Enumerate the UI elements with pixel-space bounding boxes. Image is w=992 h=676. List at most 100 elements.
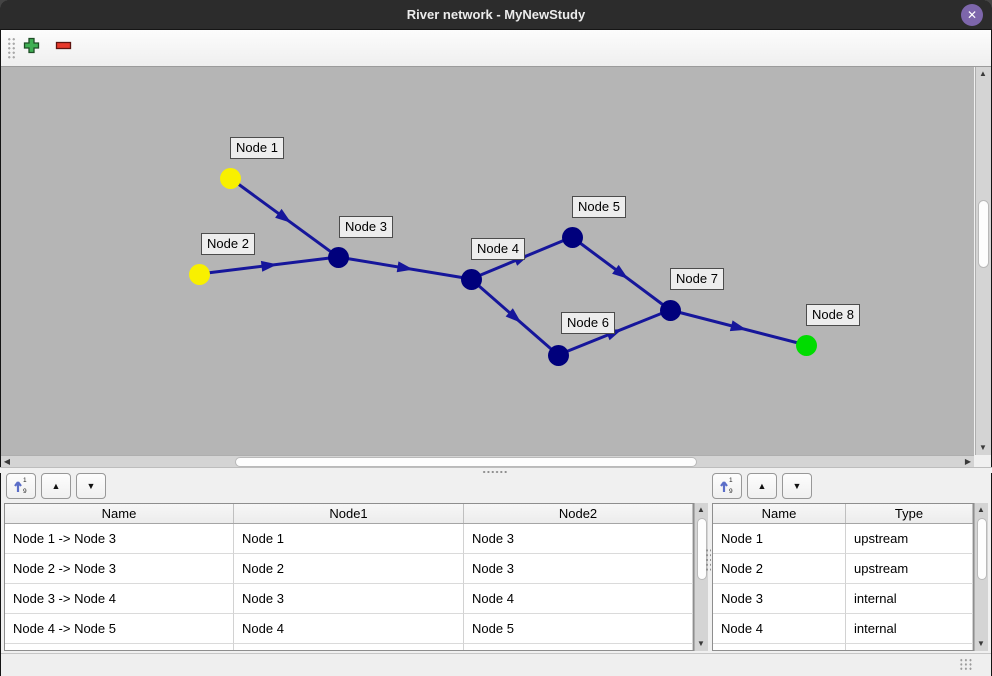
node-label[interactable]: Node 4 <box>471 238 525 260</box>
node-label[interactable]: Node 6 <box>561 312 615 334</box>
table-row[interactable]: Node 3internal <box>713 584 973 614</box>
edge-arrow-icon <box>730 320 748 335</box>
table-row-partial <box>713 644 973 651</box>
table-splitter-vertical[interactable] <box>705 548 711 572</box>
canvas-hscroll-thumb[interactable] <box>235 457 697 467</box>
add-node-button[interactable] <box>19 36 43 60</box>
table-cell[interactable]: Node 4 <box>464 584 693 614</box>
svg-text:9: 9 <box>729 488 733 494</box>
table-cell[interactable]: internal <box>846 614 973 644</box>
table-cell[interactable]: Node 1 <box>234 524 464 554</box>
window-title: River network - MyNewStudy <box>0 0 992 30</box>
node-node-2[interactable] <box>189 264 210 285</box>
column-header[interactable]: Type <box>846 504 973 523</box>
down-triangle-icon: ▼ <box>793 481 802 491</box>
node-node-1[interactable] <box>220 168 241 189</box>
remove-node-button[interactable] <box>51 36 75 60</box>
move-down-nodes-button[interactable]: ▼ <box>782 473 812 499</box>
links-table-vscrollbar[interactable]: ▲ ▼ <box>694 503 708 651</box>
table-row[interactable]: Node 3 -> Node 4Node 3Node 4 <box>5 584 693 614</box>
scroll-down-icon[interactable]: ▼ <box>976 442 990 454</box>
close-button[interactable]: ✕ <box>961 4 983 26</box>
table-cell[interactable]: internal <box>846 584 973 614</box>
node-label[interactable]: Node 1 <box>230 137 284 159</box>
node-node-3[interactable] <box>328 247 349 268</box>
table-cell[interactable]: Node 3 -> Node 4 <box>5 584 234 614</box>
table-row[interactable]: Node 4internal <box>713 614 973 644</box>
canvas-vscrollbar[interactable]: ▲ ▼ <box>975 67 991 455</box>
table-row[interactable]: Node 2 -> Node 3Node 2Node 3 <box>5 554 693 584</box>
scroll-down-icon[interactable]: ▼ <box>975 638 987 650</box>
table-cell[interactable]: Node 1 -> Node 3 <box>5 524 234 554</box>
column-header[interactable]: Name <box>5 504 234 523</box>
minus-icon <box>55 37 72 59</box>
sort-ascending-icon: 1 9 <box>720 476 735 496</box>
table-cell[interactable]: Node 4 <box>234 614 464 644</box>
table-cell[interactable]: Node 2 <box>234 554 464 584</box>
table-cell[interactable]: Node 2 <box>713 554 846 584</box>
node-label[interactable]: Node 2 <box>201 233 255 255</box>
node-node-8[interactable] <box>796 335 817 356</box>
table-cell[interactable]: Node 3 <box>464 554 693 584</box>
network-canvas[interactable]: Node 1 Node 2 Node 3 Node 4 Node 5 Node 6 Node… <box>1 67 974 455</box>
node-label[interactable]: Node 7 <box>670 268 724 290</box>
splitter-dots <box>482 470 508 473</box>
plus-icon <box>23 37 40 59</box>
column-header[interactable]: Node1 <box>234 504 464 523</box>
table-cell[interactable]: upstream <box>846 524 973 554</box>
main-toolbar <box>1 30 991 67</box>
status-bar <box>1 653 991 676</box>
table-cell[interactable]: Node 3 <box>713 584 846 614</box>
column-header[interactable]: Name <box>713 504 846 523</box>
scroll-up-icon[interactable]: ▲ <box>695 504 707 516</box>
nodes-vscroll-thumb[interactable] <box>977 518 987 580</box>
table-row[interactable]: Node 1upstream <box>713 524 973 554</box>
scroll-down-icon[interactable]: ▼ <box>695 638 707 650</box>
table-row[interactable]: Node 2upstream <box>713 554 973 584</box>
table-cell[interactable]: upstream <box>846 554 973 584</box>
node-label[interactable]: Node 8 <box>806 304 860 326</box>
svg-text:1: 1 <box>23 477 27 484</box>
links-table-toolbar: 1 9 ▲ ▼ <box>6 473 106 499</box>
nodes-table: NameTypeNode 1upstreamNode 2upstreamNode… <box>712 503 974 651</box>
table-row[interactable]: Node 4 -> Node 5Node 4Node 5 <box>5 614 693 644</box>
table-cell[interactable]: Node 3 <box>234 584 464 614</box>
edges-layer <box>1 67 974 455</box>
table-cell[interactable]: Node 4 <box>713 614 846 644</box>
table-cell <box>464 644 693 651</box>
node-node-5[interactable] <box>562 227 583 248</box>
node-node-4[interactable] <box>461 269 482 290</box>
table-cell[interactable]: Node 4 -> Node 5 <box>5 614 234 644</box>
move-up-nodes-button[interactable]: ▲ <box>747 473 777 499</box>
svg-text:9: 9 <box>23 488 27 494</box>
node-label[interactable]: Node 5 <box>572 196 626 218</box>
move-down-links-button[interactable]: ▼ <box>76 473 106 499</box>
move-up-links-button[interactable]: ▲ <box>41 473 71 499</box>
table-cell[interactable]: Node 5 <box>464 614 693 644</box>
table-cell[interactable]: Node 1 <box>713 524 846 554</box>
table-cell[interactable]: Node 3 <box>464 524 693 554</box>
scroll-up-icon[interactable]: ▲ <box>976 68 990 80</box>
toolbar-drag-handle[interactable] <box>7 37 16 60</box>
svg-text:1: 1 <box>729 477 733 484</box>
links-table: NameNode1Node2Node 1 -> Node 3Node 1Node… <box>4 503 694 651</box>
column-header[interactable]: Node2 <box>464 504 693 523</box>
canvas-vscroll-thumb[interactable] <box>978 200 989 268</box>
titlebar[interactable]: River network - MyNewStudy ✕ <box>0 0 992 30</box>
down-triangle-icon: ▼ <box>87 481 96 491</box>
nodes-table-vscrollbar[interactable]: ▲ ▼ <box>974 503 988 651</box>
window-resize-grip[interactable] <box>959 658 973 671</box>
sort-nodes-button[interactable]: 1 9 <box>712 473 742 499</box>
node-node-7[interactable] <box>660 300 681 321</box>
table-header-row: NameType <box>713 504 973 524</box>
pane-splitter-horizontal[interactable] <box>0 467 992 473</box>
app-window: River network - MyNewStudy ✕ Node 1Node … <box>0 0 992 676</box>
node-node-6[interactable] <box>548 345 569 366</box>
scroll-up-icon[interactable]: ▲ <box>975 504 987 516</box>
table-cell[interactable]: Node 2 -> Node 3 <box>5 554 234 584</box>
table-cell <box>713 644 846 651</box>
table-cell <box>234 644 464 651</box>
node-label[interactable]: Node 3 <box>339 216 393 238</box>
table-row[interactable]: Node 1 -> Node 3Node 1Node 3 <box>5 524 693 554</box>
sort-links-button[interactable]: 1 9 <box>6 473 36 499</box>
